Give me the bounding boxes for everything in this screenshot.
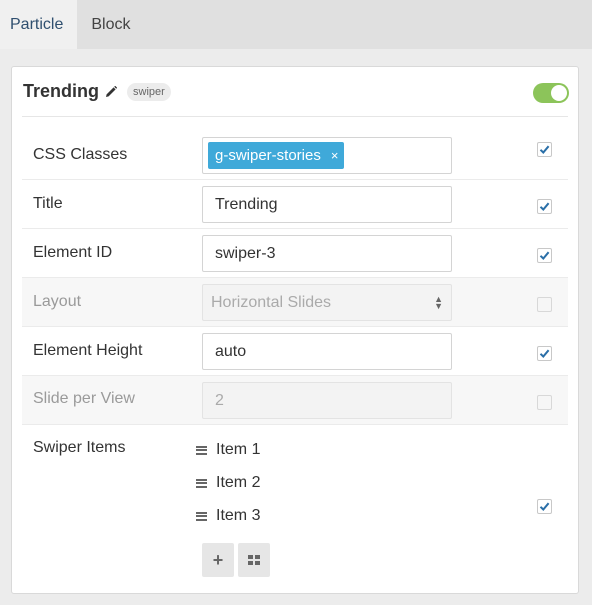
row-element-height: Element Height auto [22, 327, 568, 376]
css-classes-override-checkbox[interactable] [537, 142, 552, 157]
swiper-item[interactable]: Item 2 [196, 474, 260, 492]
css-class-tag: g-swiper-stories × [208, 142, 345, 169]
slide-per-view-override-checkbox[interactable] [537, 395, 552, 410]
element-height-input[interactable]: auto [202, 333, 452, 370]
row-layout: Layout Horizontal Slides ▲ ▼ [22, 278, 568, 327]
swiper-item-label: Item 2 [216, 474, 261, 491]
label-swiper-items: Swiper Items [33, 439, 126, 456]
row-element-id: Element ID swiper-3 [22, 229, 568, 278]
label-css-classes: CSS Classes [33, 146, 128, 163]
layout-select[interactable]: Horizontal Slides ▲ ▼ [202, 284, 452, 321]
particle-type-badge: swiper [127, 82, 171, 101]
element-height-override-checkbox[interactable] [537, 346, 552, 361]
tab-bar: Particle Block [0, 0, 592, 49]
drag-handle-icon[interactable] [196, 511, 207, 521]
add-item-button[interactable]: + [202, 543, 234, 577]
pencil-icon[interactable] [105, 85, 117, 98]
drag-handle-icon[interactable] [196, 445, 207, 455]
title-input[interactable]: Trending [202, 186, 452, 223]
row-slide-per-view: Slide per View 2 [22, 376, 568, 425]
drag-handle-icon[interactable] [196, 478, 207, 488]
label-element-height: Element Height [33, 342, 143, 359]
layout-override-checkbox[interactable] [537, 297, 552, 312]
css-classes-input[interactable]: g-swiper-stories × [202, 137, 452, 174]
tab-block[interactable]: Block [77, 0, 144, 49]
toggle-knob [551, 85, 567, 101]
element-id-override-checkbox[interactable] [537, 248, 552, 263]
swiper-item[interactable]: Item 1 [196, 441, 260, 459]
label-slide-per-view: Slide per View [33, 390, 135, 407]
tag-remove-icon[interactable]: × [331, 148, 339, 163]
swiper-item-label: Item 3 [216, 507, 261, 524]
swiper-items-override-checkbox[interactable] [537, 499, 552, 514]
row-css-classes: CSS Classes g-swiper-stories × [22, 130, 568, 180]
layout-selected-value: Horizontal Slides [211, 293, 332, 311]
row-title: Title Trending [22, 180, 568, 229]
label-element-id: Element ID [33, 244, 113, 261]
swiper-item-label: Item 1 [216, 441, 261, 458]
tag-label: g-swiper-stories [215, 147, 321, 164]
label-title: Title [33, 195, 63, 212]
grid-icon [248, 555, 260, 565]
enable-toggle[interactable] [533, 83, 569, 103]
card-header: Trending swiper [22, 67, 569, 117]
title-override-checkbox[interactable] [537, 199, 552, 214]
plus-icon: + [212, 549, 224, 570]
label-layout: Layout [33, 293, 82, 310]
swiper-item[interactable]: Item 3 [196, 507, 260, 525]
slide-per-view-input[interactable]: 2 [202, 382, 452, 419]
collection-settings-button[interactable] [238, 543, 270, 577]
card-title: Trending [23, 81, 99, 101]
element-id-input[interactable]: swiper-3 [202, 235, 452, 272]
select-arrows-icon: ▲ ▼ [434, 293, 443, 311]
particle-card: Trending swiper CSS Classes g-swiper-sto… [11, 66, 579, 594]
tab-particle[interactable]: Particle [0, 0, 78, 49]
